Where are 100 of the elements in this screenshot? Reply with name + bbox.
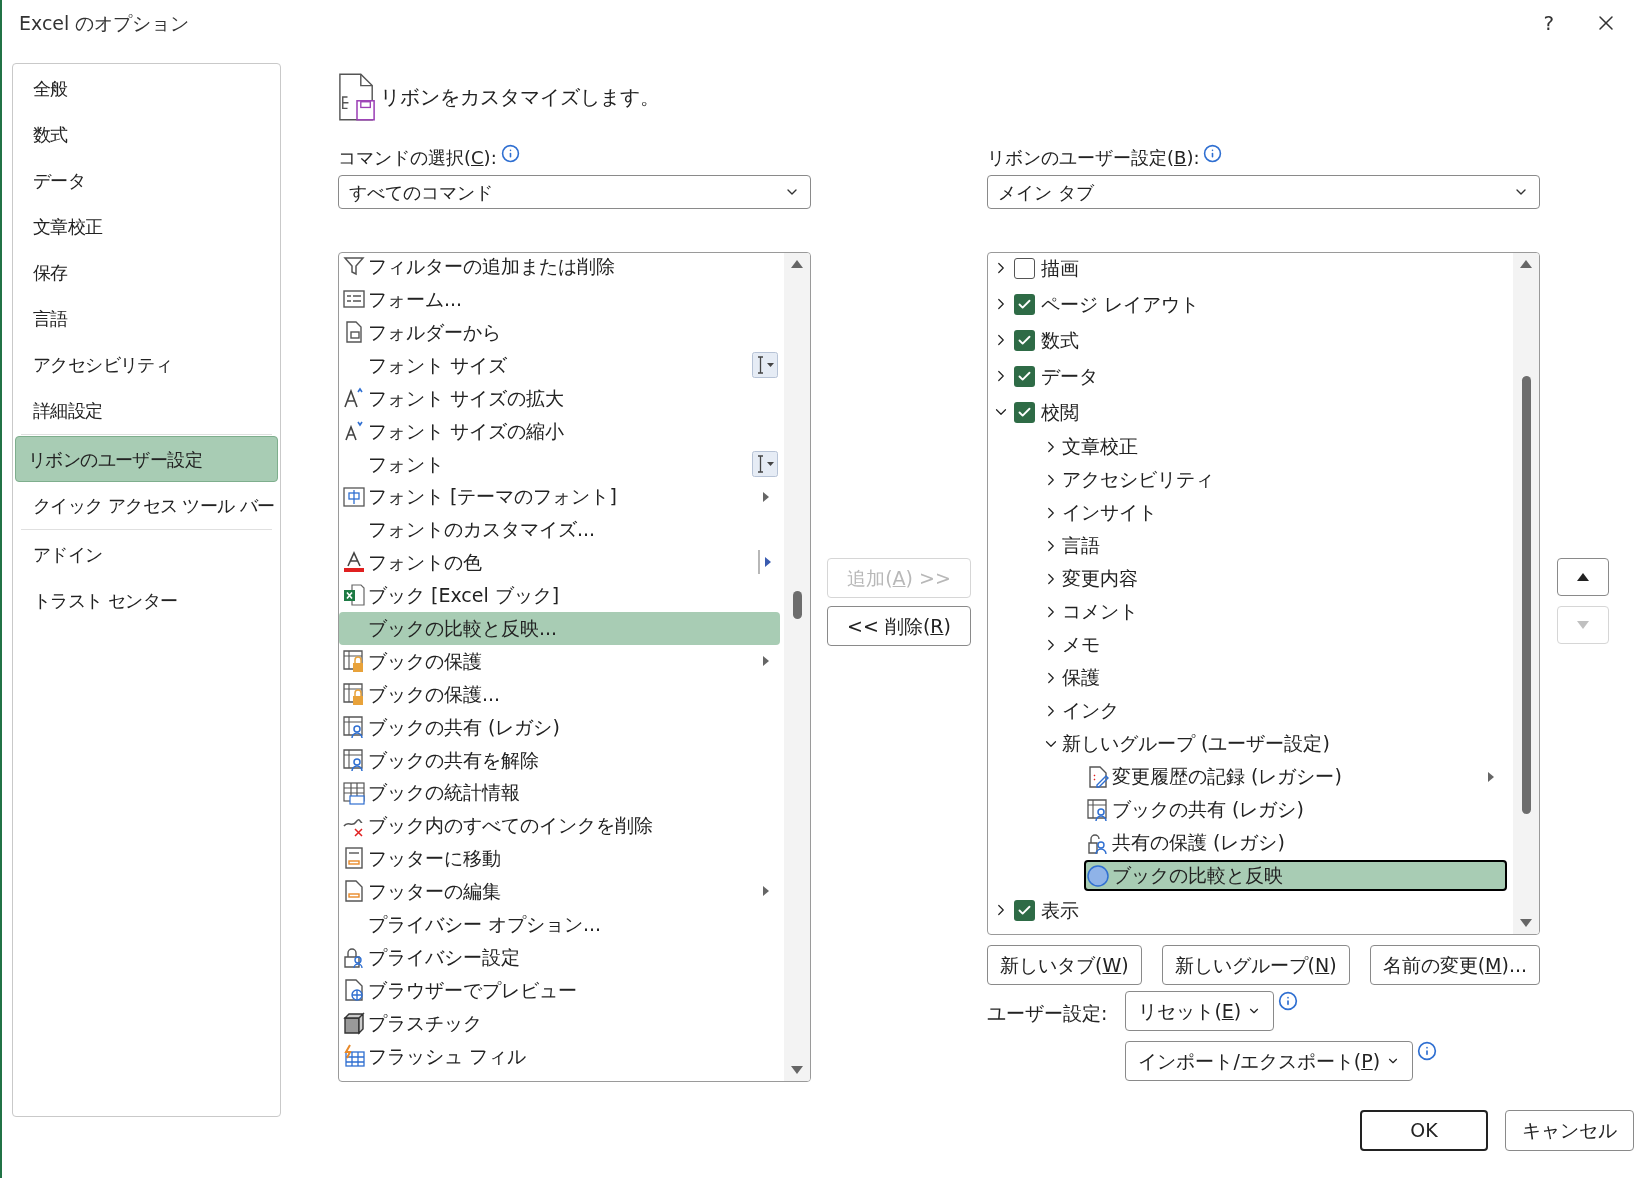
triangle-down-icon bbox=[1577, 621, 1589, 629]
checkbox[interactable] bbox=[1014, 365, 1035, 387]
tree-item[interactable]: ページ レイアウト bbox=[1041, 289, 1200, 319]
tree-item[interactable]: アクセシビリティ bbox=[1062, 465, 1214, 494]
command-item[interactable]: フラッシュ フィル bbox=[339, 1039, 780, 1073]
sidebar-item[interactable]: 文章校正 bbox=[15, 203, 278, 249]
reset-dropdown[interactable]: リセット(E) bbox=[1125, 991, 1275, 1031]
sidebar-item[interactable]: アクセシビリティ bbox=[15, 341, 278, 387]
tree-item[interactable]: 数式 bbox=[1041, 325, 1079, 355]
command-item[interactable]: フォントのカスタマイズ... bbox=[339, 513, 780, 546]
command-item[interactable]: フォーム... bbox=[339, 282, 780, 316]
command-item[interactable]: プライバシー オプション... bbox=[339, 907, 780, 941]
tree-item[interactable]: 共有の保護 (レガシ) bbox=[1084, 827, 1507, 858]
command-item[interactable]: ブックの保護 bbox=[339, 644, 780, 678]
table-icon bbox=[342, 780, 366, 805]
sidebar-item[interactable]: 数式 bbox=[15, 111, 278, 157]
sidebar-item[interactable]: 詳細設定 bbox=[15, 387, 278, 433]
split-caret-icon bbox=[758, 550, 772, 575]
command-item[interactable]: フィルターの追加または削除 bbox=[339, 253, 780, 283]
command-item[interactable]: フォルダーから bbox=[339, 315, 780, 349]
tree-item[interactable]: 言語 bbox=[1062, 531, 1100, 560]
tree-item[interactable]: 描画 bbox=[1041, 253, 1079, 283]
command-item[interactable]: ブラウザーでプレビュー bbox=[339, 973, 780, 1007]
command-item[interactable]: プライバシー設定 bbox=[339, 940, 780, 974]
command-item[interactable]: ブックの保護... bbox=[339, 677, 780, 711]
circle-icon bbox=[1086, 863, 1110, 888]
cube-icon bbox=[342, 1010, 366, 1035]
tree-item[interactable]: インク bbox=[1062, 696, 1119, 725]
user-document-icon bbox=[342, 747, 366, 772]
command-item[interactable]: フォント bbox=[339, 447, 780, 481]
info-icon bbox=[1278, 991, 1299, 1011]
tree-item[interactable]: 校閲 bbox=[1041, 397, 1079, 427]
tree-item[interactable]: コメント bbox=[1062, 597, 1138, 626]
command-item[interactable]: ブック [Excel ブック] bbox=[339, 578, 780, 612]
checkbox[interactable] bbox=[1014, 257, 1035, 279]
command-item[interactable]: フッターの編集 bbox=[339, 874, 780, 908]
checkbox[interactable] bbox=[1014, 401, 1035, 423]
command-item[interactable]: ブックの共有を解除 bbox=[339, 743, 780, 777]
help-button[interactable]: ? bbox=[1543, 8, 1554, 38]
cancel-button[interactable]: キャンセル bbox=[1505, 1110, 1634, 1151]
checkbox[interactable] bbox=[1014, 329, 1035, 351]
move-up-button[interactable] bbox=[1557, 558, 1609, 596]
scroll-down-icon[interactable] bbox=[790, 1065, 804, 1075]
tree-button[interactable]: 新しいグループ(N) bbox=[1161, 945, 1350, 985]
scrollbar-thumb[interactable] bbox=[1521, 376, 1531, 814]
command-item[interactable]: フォント サイズの縮小 bbox=[339, 414, 780, 448]
tree-item[interactable]: インサイト bbox=[1062, 498, 1157, 527]
command-item[interactable]: フォントの色 bbox=[339, 546, 780, 579]
page-icon bbox=[342, 879, 366, 904]
command-item[interactable]: ブックの統計情報 bbox=[339, 776, 780, 810]
tree-item[interactable]: 変更内容 bbox=[1062, 564, 1138, 593]
scrollbar-thumb[interactable] bbox=[792, 591, 802, 619]
tree-item[interactable]: 表示 bbox=[1041, 895, 1079, 925]
tree-item[interactable]: 文章校正 bbox=[1062, 432, 1138, 461]
command-item[interactable]: プラスチック bbox=[339, 1006, 780, 1040]
ribbon-dropdown[interactable]: メイン タブ bbox=[987, 175, 1540, 209]
sidebar-item[interactable]: リボンのユーザー設定 bbox=[15, 436, 278, 482]
command-item[interactable]: フォント サイズの拡大 bbox=[339, 381, 780, 415]
tree-item[interactable]: 新しいグループ (ユーザー設定) bbox=[1062, 729, 1330, 758]
command-item[interactable]: フッターに移動 bbox=[339, 842, 780, 875]
user-document-icon bbox=[342, 714, 366, 739]
ok-button[interactable]: OK bbox=[1360, 1110, 1488, 1151]
command-item[interactable]: フォント [テーマのフォント] bbox=[339, 480, 780, 514]
ribbon-customize-icon bbox=[338, 72, 376, 122]
sidebar-item[interactable]: 言語 bbox=[15, 295, 278, 341]
sidebar-item[interactable]: アドイン bbox=[15, 531, 278, 577]
tree-item[interactable]: ブックの共有 (レガシ) bbox=[1084, 794, 1507, 825]
tree-item[interactable]: 変更履歴の記録 (レガシー) bbox=[1084, 761, 1507, 792]
sidebar-item[interactable]: トラスト センター bbox=[15, 577, 278, 623]
caret-right-icon bbox=[1487, 770, 1495, 783]
sidebar-item[interactable]: 全般 bbox=[15, 65, 278, 111]
lock-user-icon bbox=[342, 945, 366, 970]
tree-item[interactable]: データ bbox=[1041, 361, 1098, 391]
commands-dropdown[interactable]: すべてのコマンド bbox=[338, 175, 811, 209]
scroll-down-icon[interactable] bbox=[1519, 918, 1533, 928]
command-item[interactable]: ブック内のすべてのインクを削除 bbox=[339, 809, 780, 843]
tree-item[interactable]: メモ bbox=[1062, 630, 1100, 659]
tree-item[interactable]: 保護 bbox=[1062, 663, 1100, 692]
command-item[interactable]: フォント サイズ bbox=[339, 348, 780, 382]
sidebar-item[interactable]: 保存 bbox=[15, 249, 278, 295]
scrollbar[interactable] bbox=[784, 253, 810, 1081]
command-item[interactable]: ブックの共有 (レガシ) bbox=[339, 710, 780, 744]
sidebar-item[interactable]: クイック アクセス ツール バー bbox=[15, 482, 278, 528]
checkbox[interactable] bbox=[1014, 293, 1035, 315]
remove-button[interactable]: << 削除(R) bbox=[827, 606, 971, 646]
tree-item[interactable]: ブックの比較と反映 bbox=[1084, 860, 1507, 891]
font-grow-icon bbox=[342, 386, 366, 410]
tree-button[interactable]: 新しいタブ(W) bbox=[987, 945, 1142, 985]
caret-right-icon bbox=[762, 885, 770, 898]
import-export-dropdown[interactable]: インポート/エクスポート(P) bbox=[1125, 1041, 1414, 1081]
scrollbar[interactable] bbox=[1513, 253, 1539, 934]
caret-right-icon bbox=[762, 490, 770, 503]
checkbox[interactable] bbox=[1014, 899, 1035, 921]
font-icon bbox=[342, 484, 366, 509]
tree-button[interactable]: 名前の変更(M)... bbox=[1369, 945, 1540, 985]
command-item[interactable]: ブックの比較と反映... bbox=[339, 611, 780, 645]
scroll-up-icon[interactable] bbox=[1519, 259, 1533, 269]
lock-document-icon bbox=[342, 649, 366, 674]
scroll-up-icon[interactable] bbox=[790, 259, 804, 269]
sidebar-item[interactable]: データ bbox=[15, 157, 278, 203]
